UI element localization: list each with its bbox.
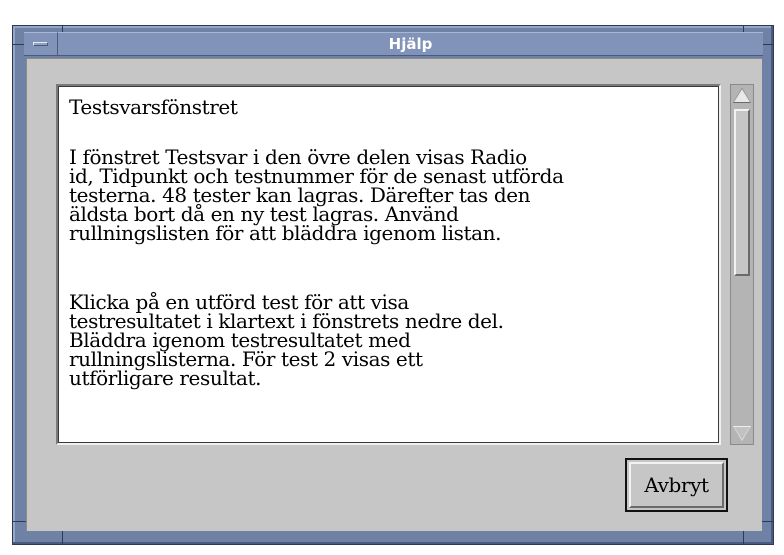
window-menu-button[interactable] (24, 32, 58, 56)
help-heading: Testsvarsfönstret (69, 95, 238, 119)
resize-handle[interactable] (12, 521, 26, 522)
resize-handle[interactable] (743, 531, 744, 545)
frame-highlight (13, 26, 773, 28)
scrollbar-thumb[interactable] (734, 109, 750, 276)
frame-highlight (13, 26, 15, 544)
scroll-down-arrow-icon[interactable] (734, 427, 750, 440)
desktop: Hjälp Testsvarsfönstret I fönstret Tests… (0, 0, 784, 555)
resize-handle[interactable] (762, 521, 774, 522)
vertical-scrollbar[interactable] (730, 84, 754, 445)
cancel-button-default-ring: Avbryt (625, 458, 728, 512)
help-paragraph-1: I fönstret Testsvar i den övre delen vis… (69, 145, 564, 245)
frame-shadow (13, 542, 773, 544)
resize-handle[interactable] (743, 25, 744, 32)
resize-handle[interactable] (12, 44, 24, 45)
window-menu-icon (33, 42, 48, 46)
scroll-up-arrow-icon[interactable] (734, 89, 750, 102)
resize-handle[interactable] (763, 44, 774, 45)
resize-handle[interactable] (62, 531, 63, 545)
resize-handle[interactable] (62, 25, 63, 32)
window-title: Hjälp (388, 35, 433, 53)
cancel-button[interactable]: Avbryt (629, 462, 724, 508)
help-text-area[interactable]: Testsvarsfönstret I fönstret Testsvar i … (56, 84, 721, 445)
help-paragraph-2: Klicka på en utförd test för att visa te… (69, 290, 504, 390)
frame-shadow (771, 26, 773, 544)
